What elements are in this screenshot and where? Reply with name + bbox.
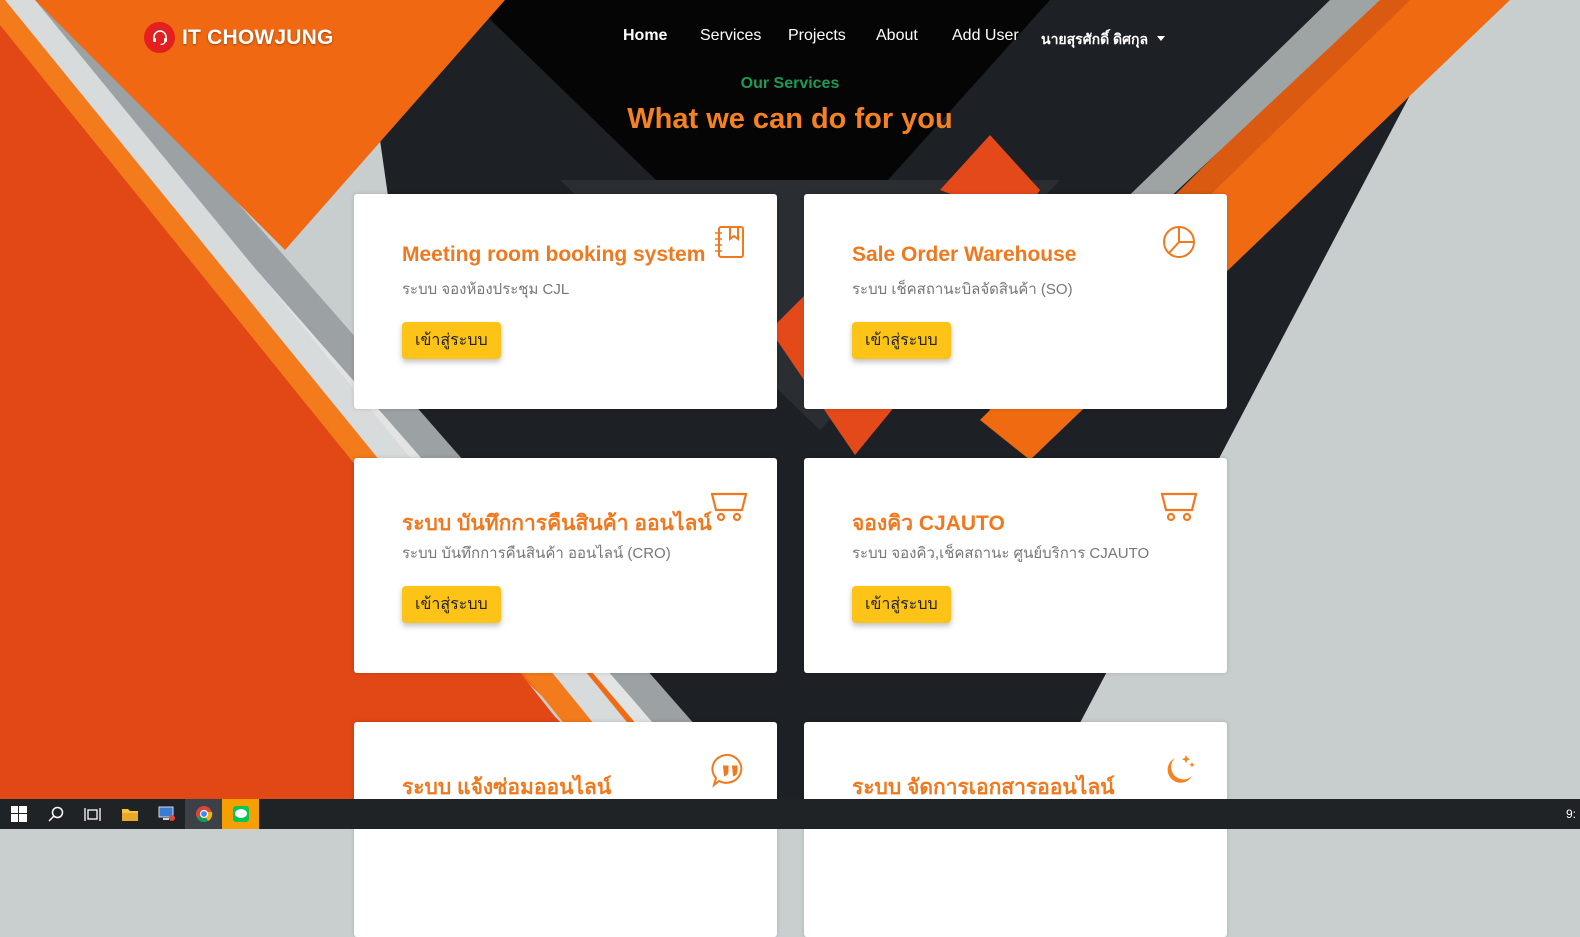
service-card: ระบบ จัดการเอกสารออนไลน์ <box>804 722 1227 937</box>
service-card: ระบบ แจ้งซ่อมออนไลน์ <box>354 722 777 937</box>
search-icon <box>47 806 63 822</box>
login-button[interactable]: เข้าสู่ระบบ <box>852 586 951 623</box>
service-card: Meeting room booking system ระบบ จองห้อง… <box>354 194 777 409</box>
journal-bookmark-icon <box>711 224 747 260</box>
task-view-button[interactable] <box>74 799 111 829</box>
card-title: ระบบ บันทึกการคืนสินค้า ออนไลน์ <box>402 512 712 535</box>
service-card: ระบบ บันทึกการคืนสินค้า ออนไลน์ ระบบ บัน… <box>354 458 777 673</box>
nav-add-user[interactable]: Add User <box>952 27 1019 45</box>
start-button[interactable] <box>0 799 37 829</box>
nav-home[interactable]: Home <box>623 27 667 45</box>
card-title: Meeting room booking system <box>402 243 706 266</box>
service-card: จองคิว CJAUTO ระบบ จองคิว,เช็คสถานะ ศูนย… <box>804 458 1227 673</box>
moon-stars-icon <box>1161 752 1197 788</box>
card-title: Sale Order Warehouse <box>852 243 1077 266</box>
cart-icon <box>710 488 748 524</box>
service-card: Sale Order Warehouse ระบบ เช็คสถานะบิลจั… <box>804 194 1227 409</box>
search-button[interactable] <box>37 799 74 829</box>
main-nav: Home Services Projects About Add User นา… <box>0 27 1580 51</box>
card-description: ระบบ จองห้องประชุม CJL <box>402 281 570 298</box>
folder-icon <box>121 808 138 821</box>
file-explorer-button[interactable] <box>111 799 148 829</box>
windows-icon <box>10 806 27 822</box>
user-name: นายสุรศักดิ์ ดิศกุล <box>1041 31 1149 47</box>
line-chat-icon <box>232 806 249 822</box>
nav-about[interactable]: About <box>876 27 918 45</box>
user-menu-dropdown[interactable]: นายสุรศักดิ์ ดิศกุล <box>1041 29 1166 51</box>
chrome-button[interactable] <box>185 799 222 829</box>
chrome-icon <box>195 806 212 823</box>
caret-down-icon <box>1157 36 1166 41</box>
task-view-icon <box>84 807 101 821</box>
pie-chart-icon <box>1161 224 1197 260</box>
computer-icon <box>158 806 175 821</box>
section-subtitle: Our Services <box>740 75 840 92</box>
nav-services[interactable]: Services <box>700 27 761 45</box>
line-button[interactable] <box>222 799 259 829</box>
section-title: What we can do for you <box>627 103 953 135</box>
nav-projects[interactable]: Projects <box>788 27 846 45</box>
navbar: IT CHOWJUNG Home Services Projects About… <box>0 0 1580 74</box>
remote-desktop-button[interactable] <box>148 799 185 829</box>
clock: 9: <box>1565 807 1576 821</box>
login-button[interactable]: เข้าสู่ระบบ <box>852 322 951 359</box>
taskbar: 9: <box>0 799 1580 829</box>
card-description: ระบบ เช็คสถานะบิลจัดสินค้า (SO) <box>852 281 1073 298</box>
card-description: ระบบ บันทึกการคืนสินค้า ออนไลน์ (CRO) <box>402 545 671 562</box>
quote-icon <box>711 752 747 788</box>
cart-icon <box>1160 488 1198 524</box>
login-button[interactable]: เข้าสู่ระบบ <box>402 322 501 359</box>
card-description: ระบบ จองคิว,เช็คสถานะ ศูนย์บริการ CJAUTO <box>852 545 1150 562</box>
card-title: จองคิว CJAUTO <box>852 512 1005 535</box>
login-button[interactable]: เข้าสู่ระบบ <box>402 586 501 623</box>
